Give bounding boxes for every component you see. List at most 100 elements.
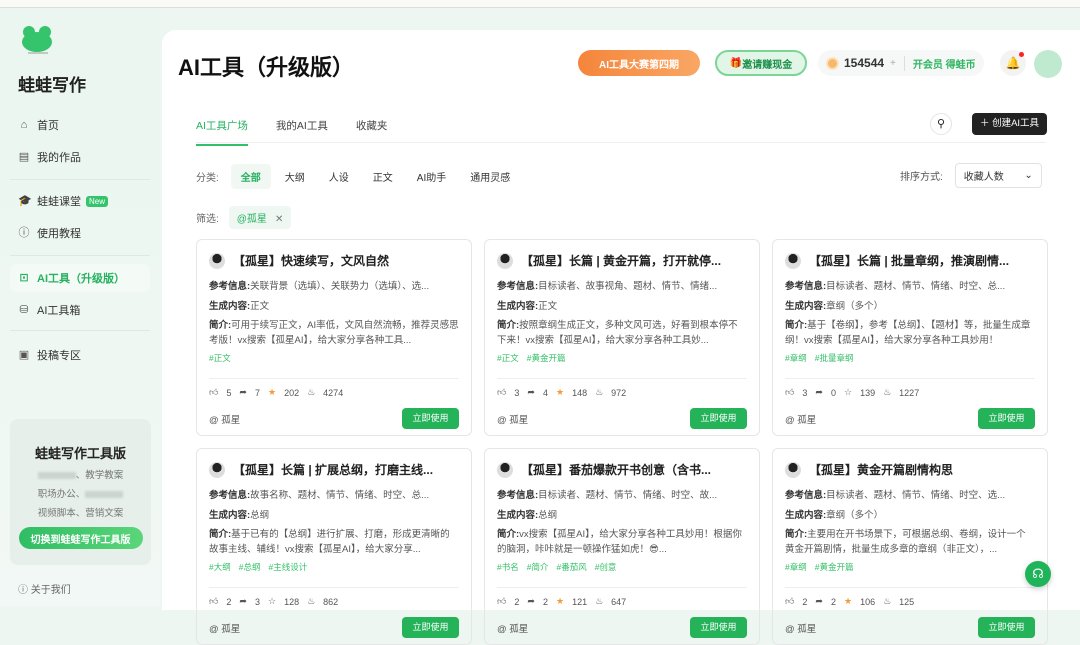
like-icon[interactable]: 👍︎ bbox=[497, 387, 506, 398]
author-name[interactable]: @ 孤星 bbox=[209, 412, 240, 426]
sidebar-item[interactable]: ⛁ AI工具箱 bbox=[10, 296, 150, 324]
create-ai-tool-button[interactable]: ＋ 创建AI工具 bbox=[972, 113, 1047, 135]
field-label: 简介: bbox=[785, 529, 808, 540]
category-option[interactable]: 大纲 bbox=[275, 164, 315, 189]
like-icon[interactable]: 👍︎ bbox=[497, 596, 506, 607]
share-icon[interactable]: ➦ bbox=[239, 387, 247, 398]
sidebar-item[interactable]: ⌂ 首页 bbox=[10, 111, 150, 139]
category-option[interactable]: 通用灵感 bbox=[460, 164, 520, 189]
share-icon[interactable]: ➦ bbox=[527, 596, 535, 607]
generated-content: 正文 bbox=[250, 301, 270, 312]
new-badge: New bbox=[86, 195, 109, 207]
sidebar-item-label: AI工具（升级版） bbox=[37, 273, 125, 285]
add-coins-button[interactable]: + bbox=[890, 58, 896, 69]
share-icon[interactable]: ➦ bbox=[815, 596, 823, 607]
tag[interactable]: #总纲 bbox=[239, 561, 261, 575]
sidebar-item[interactable]: 🎓 蛙蛙课堂 New bbox=[10, 187, 150, 215]
category-option[interactable]: 正文 bbox=[363, 164, 403, 189]
sidebar-item[interactable]: ▤ 我的作品 bbox=[10, 143, 150, 171]
membership-link[interactable]: 开会员 得蛙币 bbox=[903, 55, 976, 71]
star-icon[interactable]: ★ bbox=[844, 596, 852, 607]
star-icon[interactable]: ★ bbox=[556, 387, 564, 398]
like-icon[interactable]: 👍︎ bbox=[209, 596, 218, 607]
use-now-button[interactable]: 立即使用 bbox=[690, 617, 747, 638]
favorite-count: 139 bbox=[860, 387, 876, 398]
use-count: 4274 bbox=[323, 387, 344, 398]
sidebar-item-label: 使用教程 bbox=[37, 228, 81, 240]
search-icon[interactable]: ⚲ bbox=[930, 113, 952, 135]
about-us-link[interactable]: ⓘ 关于我们 bbox=[18, 581, 71, 596]
invite-earn-button[interactable]: 🎁 邀请赚现金 bbox=[715, 50, 807, 76]
tag[interactable]: #正文 bbox=[497, 352, 519, 366]
contest-banner-button[interactable]: AI工具大赛第四期 bbox=[578, 50, 700, 76]
like-icon[interactable]: 👍︎ bbox=[785, 387, 794, 398]
star-icon[interactable]: ☆ bbox=[844, 387, 852, 398]
share-icon[interactable]: ➦ bbox=[815, 387, 823, 398]
use-now-button[interactable]: 立即使用 bbox=[978, 408, 1035, 429]
author-name[interactable]: @ 孤星 bbox=[497, 412, 528, 426]
tool-card[interactable]: 【孤星】番茄爆款开书创意（含书... 参考信息:目标读者、题材、情节、情绪、时空… bbox=[484, 448, 760, 645]
tool-card[interactable]: 【孤星】长篇 | 黄金开篇，打开就停... 参考信息:目标读者、故事视角、题材、… bbox=[484, 239, 760, 436]
card-description: 可用于续写正文，AI率低，文风自然流畅，推荐灵感思考版！vx搜索【孤星AI】，给… bbox=[209, 320, 459, 346]
field-label: 生成内容: bbox=[785, 510, 827, 521]
submit-icon: ▣ bbox=[18, 349, 30, 361]
sort-select[interactable]: 收藏人数 ⌄ bbox=[954, 163, 1042, 188]
tool-card[interactable]: 【孤星】黄金开篇剧情构思 参考信息:目标读者、题材、情节、情绪、时空、选... … bbox=[772, 448, 1048, 645]
customer-support-icon[interactable]: ☊ bbox=[1025, 561, 1051, 587]
use-now-button[interactable]: 立即使用 bbox=[978, 617, 1035, 638]
divider bbox=[10, 330, 150, 331]
tag[interactable]: #书名 bbox=[497, 561, 519, 575]
filter-chip[interactable]: @孤星 ✕ bbox=[228, 206, 292, 229]
reference-info: 目标读者、题材、情节、情绪、时空、总... bbox=[826, 281, 1006, 292]
tag[interactable]: #大纲 bbox=[209, 561, 231, 575]
tag[interactable]: #番茄风 bbox=[556, 561, 586, 575]
tag[interactable]: #章纲 bbox=[785, 561, 807, 575]
share-icon[interactable]: ➦ bbox=[527, 387, 535, 398]
share-icon[interactable]: ➦ bbox=[239, 596, 247, 607]
notification-bell-icon[interactable]: 🔔 bbox=[1000, 50, 1026, 76]
field-label: 参考信息: bbox=[209, 281, 251, 292]
favorite-count: 106 bbox=[860, 596, 876, 607]
category-option[interactable]: 人设 bbox=[319, 164, 359, 189]
star-icon[interactable]: ☆ bbox=[268, 596, 276, 607]
use-now-button[interactable]: 立即使用 bbox=[402, 408, 459, 429]
author-name[interactable]: @ 孤星 bbox=[785, 621, 816, 635]
sidebar-item[interactable]: ⓘ 使用教程 bbox=[10, 219, 150, 247]
star-icon[interactable]: ★ bbox=[268, 387, 276, 398]
tag[interactable]: #章纲 bbox=[785, 352, 807, 366]
tag[interactable]: #正文 bbox=[209, 352, 231, 366]
tool-card[interactable]: 【孤星】快速续写，文风自然 参考信息:关联背景（选填）、关联势力（选填）、选..… bbox=[196, 239, 472, 436]
author-name[interactable]: @ 孤星 bbox=[785, 412, 816, 426]
tag[interactable]: #批量章纲 bbox=[815, 352, 854, 366]
tag[interactable]: #简介 bbox=[527, 561, 549, 575]
switch-tool-edition-button[interactable]: 切换到蛙蛙写作工具版 bbox=[18, 527, 143, 549]
tag[interactable]: #主线设计 bbox=[268, 561, 307, 575]
like-icon[interactable]: 👍︎ bbox=[785, 596, 794, 607]
user-avatar[interactable] bbox=[1034, 50, 1062, 78]
like-count: 3 bbox=[802, 387, 808, 398]
close-icon[interactable]: ✕ bbox=[275, 214, 283, 225]
blurred-text bbox=[37, 471, 76, 479]
category-option[interactable]: 全部 bbox=[230, 164, 271, 189]
use-count: 862 bbox=[323, 596, 339, 607]
reference-info: 目标读者、故事视角、题材、情节、情绪... bbox=[538, 281, 718, 292]
tag[interactable]: #创意 bbox=[595, 561, 617, 575]
field-label: 参考信息: bbox=[209, 490, 251, 501]
use-now-button[interactable]: 立即使用 bbox=[402, 617, 459, 638]
category-option[interactable]: AI助手 bbox=[407, 164, 456, 189]
invite-label: 邀请赚现金 bbox=[742, 59, 793, 71]
author-name[interactable]: @ 孤星 bbox=[209, 621, 240, 635]
sidebar-item[interactable]: ⊡ AI工具（升级版） bbox=[10, 264, 150, 292]
star-icon[interactable]: ★ bbox=[556, 596, 564, 607]
reference-info: 关联背景（选填）、关联势力（选填）、选... bbox=[250, 281, 430, 292]
tool-card[interactable]: 【孤星】长篇 | 扩展总纲，打磨主线... 参考信息:故事名称、题材、情节、情绪… bbox=[196, 448, 472, 645]
use-now-button[interactable]: 立即使用 bbox=[690, 408, 747, 429]
tag[interactable]: #黄金开篇 bbox=[527, 352, 566, 366]
tool-card[interactable]: 【孤星】长篇 | 批量章纲，推演剧情... 参考信息:目标读者、题材、情节、情绪… bbox=[772, 239, 1048, 436]
tag[interactable]: #黄金开篇 bbox=[815, 561, 854, 575]
author-name[interactable]: @ 孤星 bbox=[497, 621, 528, 635]
like-icon[interactable]: 👍︎ bbox=[209, 387, 218, 398]
coin-balance[interactable]: 154544 + 开会员 得蛙币 bbox=[818, 50, 984, 76]
divider bbox=[497, 587, 747, 588]
sidebar-item[interactable]: ▣ 投稿专区 bbox=[10, 341, 150, 369]
